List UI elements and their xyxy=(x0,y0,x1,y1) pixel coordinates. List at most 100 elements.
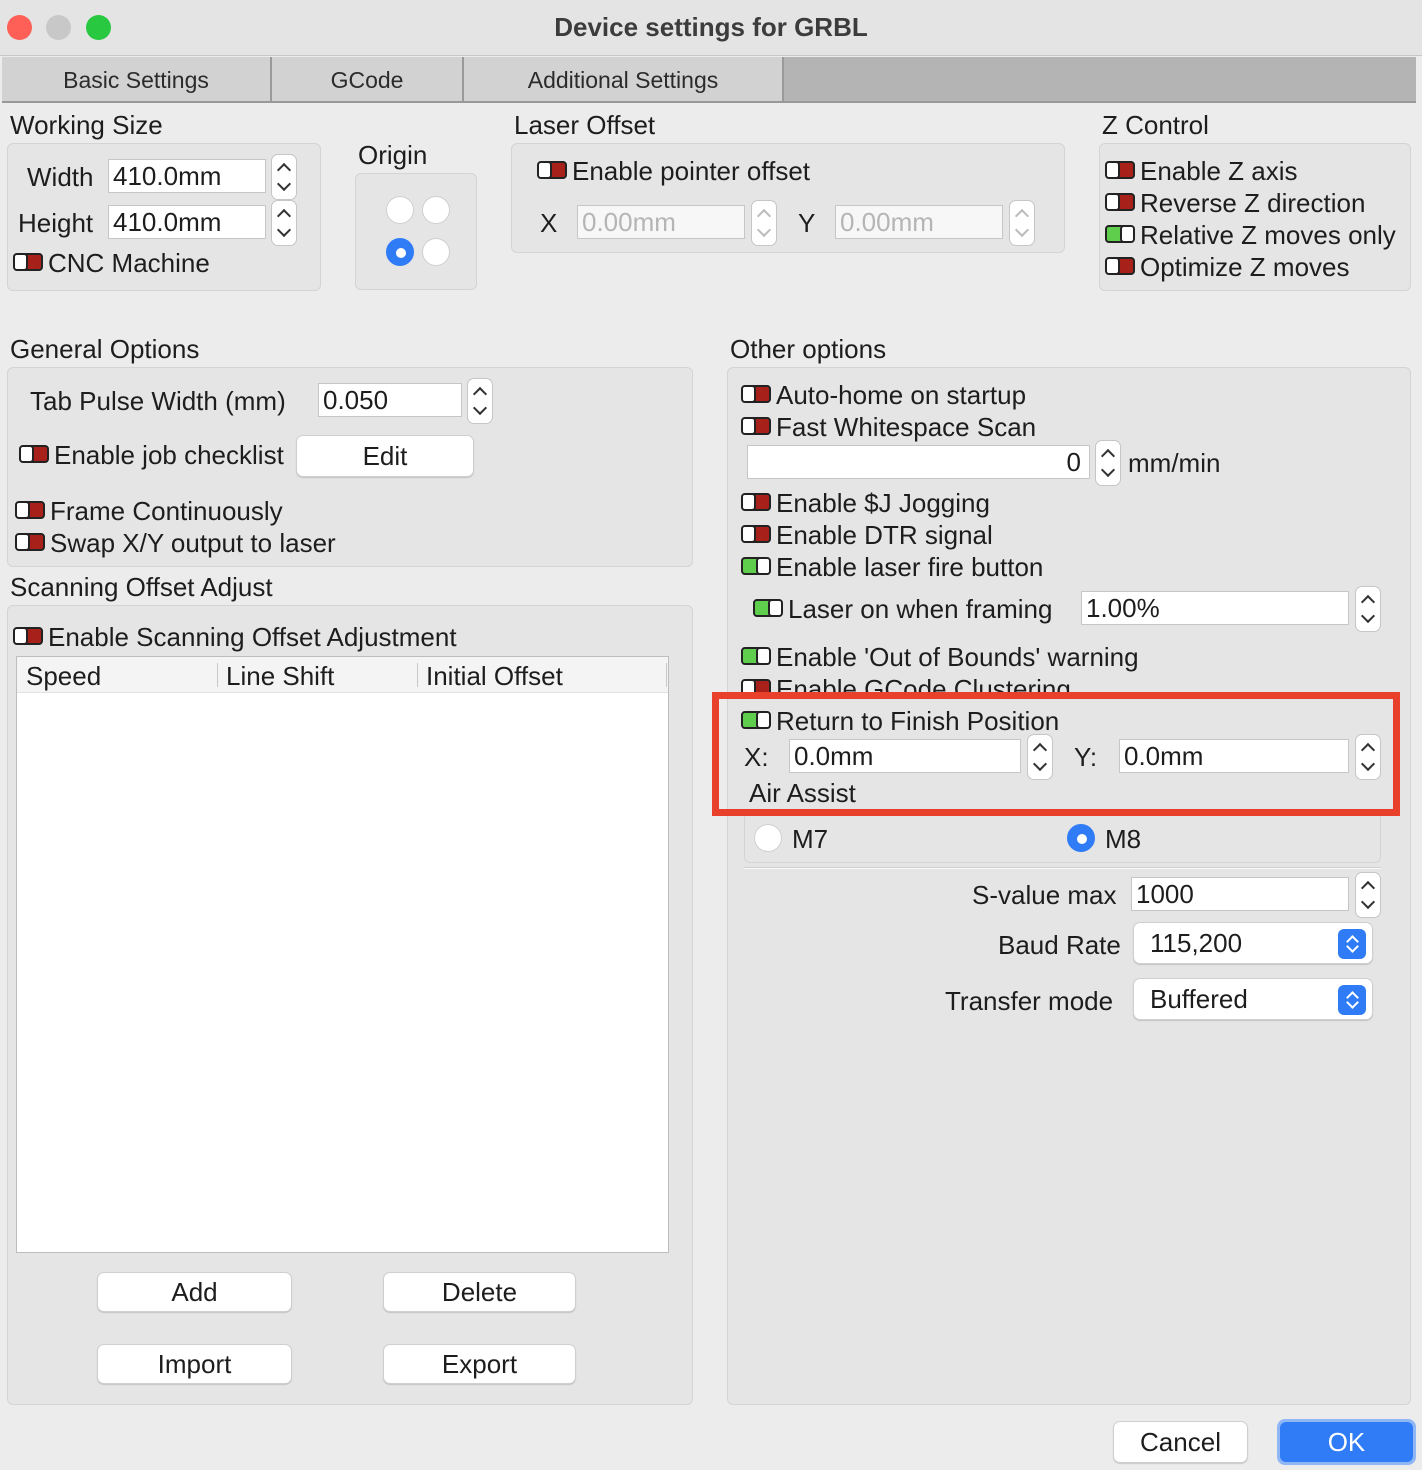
scanning-offset-table[interactable]: Speed Line Shift Initial Offset xyxy=(16,656,669,1253)
add-button[interactable]: Add xyxy=(97,1272,292,1312)
column-divider xyxy=(417,663,418,687)
column-initial-offset[interactable]: Initial Offset xyxy=(426,661,563,692)
scanning-offset-toggle[interactable] xyxy=(13,627,43,645)
s-value-max-input[interactable]: 1000 xyxy=(1131,877,1349,911)
optimize-z-toggle[interactable] xyxy=(1105,257,1135,275)
other-options-heading: Other options xyxy=(730,334,887,364)
column-divider xyxy=(666,663,667,687)
scanning-offset-label: Enable Scanning Offset Adjustment xyxy=(48,622,457,652)
laser-fire-toggle[interactable] xyxy=(741,557,771,575)
origin-top-left-radio[interactable] xyxy=(386,196,414,224)
tab-pulse-input[interactable]: 0.050 xyxy=(318,383,462,417)
autohome-label: Auto-home on startup xyxy=(776,380,1027,410)
delete-button[interactable]: Delete xyxy=(383,1272,576,1312)
baud-rate-select[interactable]: 115,200 xyxy=(1133,922,1373,964)
export-button[interactable]: Export xyxy=(383,1344,576,1384)
gcode-clustering-label: Enable GCode Clustering xyxy=(776,674,1071,692)
laser-framing-power-input[interactable]: 1.00% xyxy=(1081,591,1349,625)
origin-bottom-right-radio[interactable] xyxy=(422,238,450,266)
s-value-max-stepper[interactable] xyxy=(1355,872,1381,918)
ok-button[interactable]: OK xyxy=(1280,1422,1413,1462)
working-size-heading: Working Size xyxy=(10,110,163,140)
enable-z-axis-label: Enable Z axis xyxy=(1140,156,1298,186)
height-stepper[interactable] xyxy=(271,200,297,246)
transfer-mode-value: Buffered xyxy=(1150,984,1248,1014)
fast-whitespace-toggle[interactable] xyxy=(741,417,771,435)
reverse-z-toggle[interactable] xyxy=(1105,193,1135,211)
laser-offset-y-label: Y xyxy=(798,208,816,238)
z-control-heading: Z Control xyxy=(1102,110,1209,140)
air-assist-group xyxy=(744,812,1381,863)
cancel-button[interactable]: Cancel xyxy=(1113,1421,1248,1463)
cnc-machine-toggle[interactable] xyxy=(13,253,43,271)
tab-bar: Basic Settings GCode Additional Settings xyxy=(2,57,1416,103)
air-assist-m7-label: M7 xyxy=(792,824,829,854)
chevron-updown-icon xyxy=(1338,929,1366,959)
edit-checklist-button[interactable]: Edit xyxy=(296,435,474,477)
laser-offset-x-input[interactable]: 0.00mm xyxy=(577,205,745,239)
laser-offset-y-input[interactable]: 0.00mm xyxy=(835,205,1003,239)
air-assist-m8-radio[interactable] xyxy=(1067,824,1095,852)
gcode-clustering-row-clipped: Enable GCode Clustering xyxy=(741,672,1241,692)
dtr-label: Enable DTR signal xyxy=(776,520,993,550)
enable-z-axis-toggle[interactable] xyxy=(1105,161,1135,179)
air-assist-m8-label: M8 xyxy=(1105,824,1142,854)
origin-group xyxy=(355,173,477,290)
reverse-z-label: Reverse Z direction xyxy=(1140,188,1366,218)
relative-z-toggle[interactable] xyxy=(1105,225,1135,243)
air-assist-m7-radio[interactable] xyxy=(754,824,782,852)
laser-offset-y-stepper[interactable] xyxy=(1009,200,1035,246)
height-label: Height xyxy=(18,208,94,238)
out-of-bounds-label: Enable 'Out of Bounds' warning xyxy=(776,642,1139,672)
width-stepper[interactable] xyxy=(271,154,297,200)
laser-framing-label: Laser on when framing xyxy=(788,594,1053,624)
pointer-offset-label: Enable pointer offset xyxy=(572,156,811,186)
swap-xy-label: Swap X/Y output to laser xyxy=(50,528,336,558)
laser-fire-label: Enable laser fire button xyxy=(776,552,1044,582)
highlight-box xyxy=(712,692,1400,816)
jogging-toggle[interactable] xyxy=(741,493,771,511)
origin-bottom-left-radio[interactable] xyxy=(386,238,414,266)
s-value-max-label: S-value max xyxy=(972,880,1117,910)
frame-continuously-label: Frame Continuously xyxy=(50,496,283,526)
baud-rate-label: Baud Rate xyxy=(998,930,1121,960)
fast-whitespace-speed-input[interactable]: 0 xyxy=(747,445,1090,479)
frame-continuously-toggle[interactable] xyxy=(15,501,45,519)
laser-framing-power-stepper[interactable] xyxy=(1355,586,1381,632)
job-checklist-label: Enable job checklist xyxy=(54,440,284,470)
dtr-toggle[interactable] xyxy=(741,525,771,543)
transfer-mode-select[interactable]: Buffered xyxy=(1133,978,1373,1020)
baud-rate-value: 115,200 xyxy=(1150,928,1243,958)
column-speed[interactable]: Speed xyxy=(26,661,101,692)
tab-basic-settings[interactable]: Basic Settings xyxy=(2,57,272,101)
tab-gcode[interactable]: GCode xyxy=(272,57,464,101)
general-options-heading: General Options xyxy=(10,334,200,364)
width-input[interactable]: 410.0mm xyxy=(108,159,266,193)
title-bar: Device settings for GRBL xyxy=(0,0,1422,56)
cnc-machine-label: CNC Machine xyxy=(48,248,210,278)
swap-xy-toggle[interactable] xyxy=(15,533,45,551)
tab-pulse-stepper[interactable] xyxy=(467,378,493,424)
column-line-shift[interactable]: Line Shift xyxy=(226,661,334,692)
tab-pulse-label: Tab Pulse Width (mm) xyxy=(30,386,286,416)
laser-offset-x-label: X xyxy=(540,208,558,238)
table-header: Speed Line Shift Initial Offset xyxy=(17,657,668,693)
height-input[interactable]: 410.0mm xyxy=(108,205,266,239)
laser-offset-x-stepper[interactable] xyxy=(751,200,777,246)
pointer-offset-toggle[interactable] xyxy=(537,161,567,179)
import-button[interactable]: Import xyxy=(97,1344,292,1384)
laser-framing-toggle[interactable] xyxy=(753,599,783,617)
relative-z-label: Relative Z moves only xyxy=(1140,220,1396,250)
job-checklist-toggle[interactable] xyxy=(19,445,49,463)
fast-whitespace-speed-stepper[interactable] xyxy=(1095,440,1121,486)
autohome-toggle[interactable] xyxy=(741,385,771,403)
transfer-mode-label: Transfer mode xyxy=(945,986,1114,1016)
fast-whitespace-unit: mm/min xyxy=(1128,448,1221,478)
laser-offset-heading: Laser Offset xyxy=(514,110,656,140)
chevron-updown-icon xyxy=(1338,985,1366,1015)
tab-additional-settings[interactable]: Additional Settings xyxy=(464,57,784,101)
out-of-bounds-toggle[interactable] xyxy=(741,647,771,665)
gcode-clustering-toggle[interactable] xyxy=(741,679,771,692)
origin-top-right-radio[interactable] xyxy=(422,196,450,224)
column-divider xyxy=(217,663,218,687)
